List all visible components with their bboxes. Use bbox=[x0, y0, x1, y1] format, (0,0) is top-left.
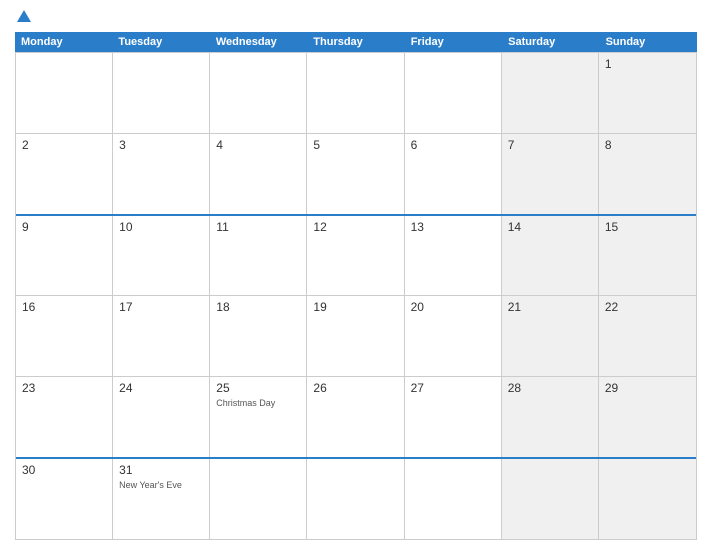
day-number: 23 bbox=[22, 381, 106, 395]
calendar-cell: 14 bbox=[502, 216, 599, 296]
day-number: 16 bbox=[22, 300, 106, 314]
day-number: 10 bbox=[119, 220, 203, 234]
day-number: 29 bbox=[605, 381, 690, 395]
calendar-cell: 29 bbox=[599, 377, 696, 457]
calendar-cell: 8 bbox=[599, 134, 696, 214]
calendar-row-3: 16 17 18 19 20 21 22 bbox=[16, 295, 696, 376]
calendar-body: 1234567891011121314151617181920212223242… bbox=[15, 52, 697, 540]
calendar-cell: 31 New Year's Eve bbox=[113, 459, 210, 539]
day-number: 2 bbox=[22, 138, 106, 152]
calendar-cell: 5 bbox=[307, 134, 404, 214]
calendar-cell bbox=[599, 459, 696, 539]
day-number: 20 bbox=[411, 300, 495, 314]
calendar-cell bbox=[405, 53, 502, 133]
header bbox=[15, 10, 697, 24]
calendar-row-4: 23 24 25 Christmas Day 26 27 28 29 bbox=[16, 376, 696, 457]
header-day-monday: Monday bbox=[15, 32, 112, 52]
day-number: 19 bbox=[313, 300, 397, 314]
day-number: 17 bbox=[119, 300, 203, 314]
header-day-tuesday: Tuesday bbox=[112, 32, 209, 52]
day-number: 25 bbox=[216, 381, 300, 395]
calendar-cell: 3 bbox=[113, 134, 210, 214]
day-number: 9 bbox=[22, 220, 106, 234]
calendar-row-2: 9 10 11 12 13 14 15 bbox=[16, 214, 696, 296]
day-number: 22 bbox=[605, 300, 690, 314]
holiday-label: New Year's Eve bbox=[119, 480, 182, 490]
calendar-cell: 15 bbox=[599, 216, 696, 296]
day-number: 28 bbox=[508, 381, 592, 395]
calendar-cell: 19 bbox=[307, 296, 404, 376]
calendar-cell bbox=[307, 53, 404, 133]
day-number: 4 bbox=[216, 138, 300, 152]
logo bbox=[15, 10, 31, 24]
calendar-cell: 1 bbox=[599, 53, 696, 133]
calendar-cell bbox=[307, 459, 404, 539]
calendar-cell: 16 bbox=[16, 296, 113, 376]
day-number: 18 bbox=[216, 300, 300, 314]
day-number: 1 bbox=[605, 57, 690, 71]
calendar-cell: 4 bbox=[210, 134, 307, 214]
calendar-cell: 9 bbox=[16, 216, 113, 296]
calendar-cell: 28 bbox=[502, 377, 599, 457]
logo-triangle-icon bbox=[17, 10, 31, 22]
calendar-cell: 21 bbox=[502, 296, 599, 376]
calendar-row-5: 30 31 New Year's Eve bbox=[16, 457, 696, 539]
header-day-thursday: Thursday bbox=[307, 32, 404, 52]
calendar-header: MondayTuesdayWednesdayThursdayFridaySatu… bbox=[15, 32, 697, 52]
calendar-cell: 12 bbox=[307, 216, 404, 296]
header-day-friday: Friday bbox=[405, 32, 502, 52]
calendar-cell: 10 bbox=[113, 216, 210, 296]
header-day-saturday: Saturday bbox=[502, 32, 599, 52]
header-day-sunday: Sunday bbox=[600, 32, 697, 52]
day-number: 6 bbox=[411, 138, 495, 152]
calendar-cell bbox=[16, 53, 113, 133]
calendar-cell: 26 bbox=[307, 377, 404, 457]
calendar-cell: 25 Christmas Day bbox=[210, 377, 307, 457]
calendar-cell: 27 bbox=[405, 377, 502, 457]
calendar-cell: 24 bbox=[113, 377, 210, 457]
calendar-cell: 17 bbox=[113, 296, 210, 376]
calendar-cell: 6 bbox=[405, 134, 502, 214]
calendar-cell: 22 bbox=[599, 296, 696, 376]
day-number: 31 bbox=[119, 463, 203, 477]
day-number: 15 bbox=[605, 220, 690, 234]
calendar-cell: 18 bbox=[210, 296, 307, 376]
calendar-cell: 11 bbox=[210, 216, 307, 296]
calendar-cell: 20 bbox=[405, 296, 502, 376]
calendar-cell: 23 bbox=[16, 377, 113, 457]
calendar-cell bbox=[502, 459, 599, 539]
calendar-cell bbox=[210, 459, 307, 539]
calendar-cell bbox=[405, 459, 502, 539]
calendar-cell bbox=[502, 53, 599, 133]
calendar-cell: 30 bbox=[16, 459, 113, 539]
day-number: 5 bbox=[313, 138, 397, 152]
day-number: 30 bbox=[22, 463, 106, 477]
day-number: 13 bbox=[411, 220, 495, 234]
calendar-cell: 2 bbox=[16, 134, 113, 214]
calendar-cell: 7 bbox=[502, 134, 599, 214]
day-number: 24 bbox=[119, 381, 203, 395]
page: MondayTuesdayWednesdayThursdayFridaySatu… bbox=[0, 0, 712, 550]
calendar-cell: 13 bbox=[405, 216, 502, 296]
day-number: 14 bbox=[508, 220, 592, 234]
calendar-cell bbox=[113, 53, 210, 133]
day-number: 27 bbox=[411, 381, 495, 395]
day-number: 12 bbox=[313, 220, 397, 234]
day-number: 8 bbox=[605, 138, 690, 152]
day-number: 26 bbox=[313, 381, 397, 395]
calendar-row-1: 2345678 bbox=[16, 133, 696, 214]
day-number: 3 bbox=[119, 138, 203, 152]
day-number: 11 bbox=[216, 220, 300, 234]
calendar-row-0: 1 bbox=[16, 52, 696, 133]
header-day-wednesday: Wednesday bbox=[210, 32, 307, 52]
calendar-cell bbox=[210, 53, 307, 133]
calendar: MondayTuesdayWednesdayThursdayFridaySatu… bbox=[15, 32, 697, 540]
day-number: 21 bbox=[508, 300, 592, 314]
day-number: 7 bbox=[508, 138, 592, 152]
holiday-label: Christmas Day bbox=[216, 398, 275, 408]
